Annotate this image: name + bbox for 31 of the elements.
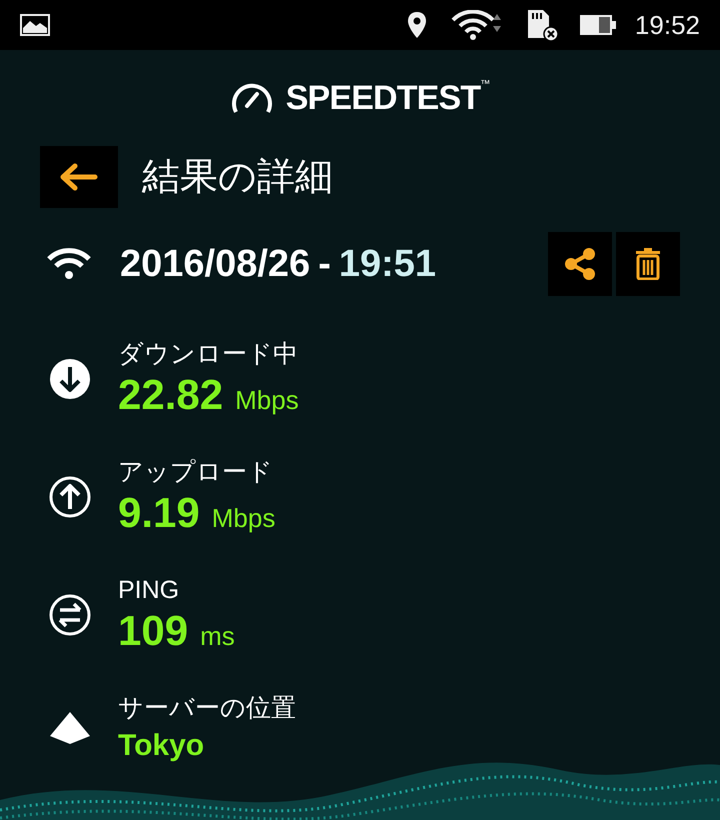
metric-value: 9.19 — [118, 488, 200, 538]
delete-button[interactable] — [616, 232, 680, 296]
wifi-icon — [46, 248, 92, 280]
metric-label: ダウンロード中 — [118, 339, 299, 370]
metric-label: PING — [118, 575, 180, 606]
metric-unit: Mbps — [235, 384, 299, 417]
page-title: 結果の詳細 — [142, 154, 333, 200]
download-icon — [48, 357, 92, 401]
location-icon — [406, 11, 427, 39]
trash-icon — [635, 248, 661, 280]
date-separator: - — [318, 242, 331, 286]
share-icon — [564, 247, 596, 281]
metric-label: アップロード — [118, 457, 274, 488]
upload-icon — [48, 475, 92, 519]
battery-icon — [578, 13, 619, 37]
result-time: 19:51 — [338, 242, 436, 286]
metric-unit: ms — [200, 620, 235, 653]
metric-label: サーバーの位置 — [118, 693, 296, 724]
clock-time: 19:52 — [634, 8, 700, 42]
share-button[interactable] — [548, 232, 612, 296]
metric-value: 109 — [118, 606, 188, 656]
trademark: ™ — [480, 78, 490, 90]
app-logo-text: SPEEDTEST — [286, 78, 480, 118]
metric-value: 22.82 — [118, 370, 224, 420]
image-icon — [20, 14, 50, 36]
exchange-arrows-icon — [48, 593, 92, 637]
result-date: 2016/08/26 — [120, 242, 310, 286]
back-arrow-icon — [59, 163, 99, 191]
metric-value: Tokyo — [118, 728, 204, 764]
back-button[interactable] — [40, 146, 118, 208]
metric-unit: Mbps — [212, 502, 276, 535]
